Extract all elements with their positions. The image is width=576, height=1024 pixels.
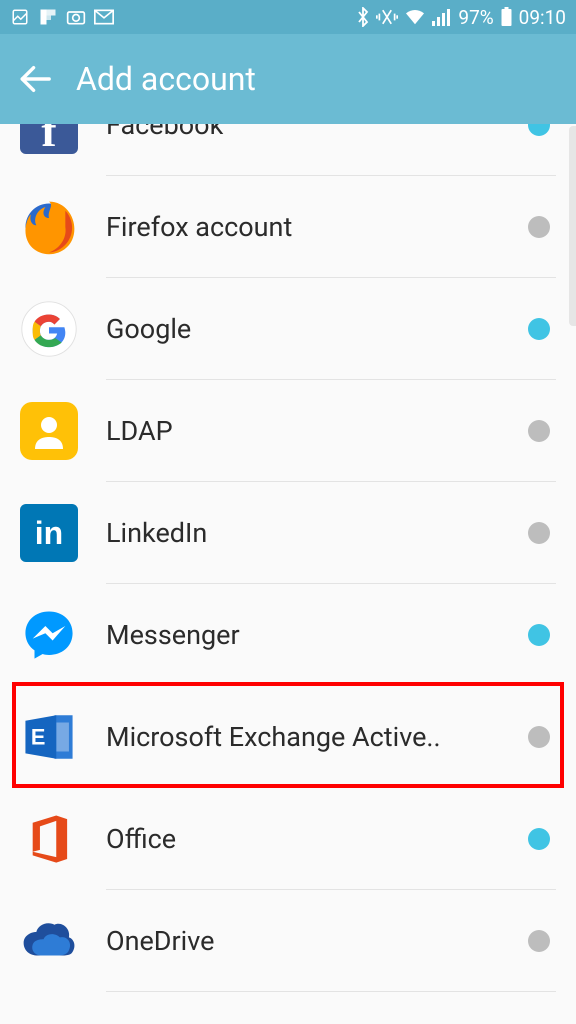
account-label: Firefox account bbox=[106, 211, 518, 243]
account-row-linkedin[interactable]: in LinkedIn bbox=[0, 482, 576, 584]
wifi-icon bbox=[404, 8, 426, 26]
page-title: Add account bbox=[76, 60, 256, 98]
account-row-imap[interactable]: Personal (IMAP) bbox=[0, 992, 576, 1024]
account-row-exchange[interactable]: E Microsoft Exchange Active.. bbox=[0, 686, 576, 788]
office-icon bbox=[20, 810, 78, 868]
account-row-facebook[interactable]: f Facebook bbox=[0, 124, 576, 176]
status-dot bbox=[528, 318, 550, 340]
account-label: LDAP bbox=[106, 415, 518, 447]
clock: 09:10 bbox=[519, 6, 566, 29]
account-row-ldap[interactable]: LDAP bbox=[0, 380, 576, 482]
account-label: Microsoft Exchange Active.. bbox=[106, 721, 518, 753]
google-icon bbox=[20, 300, 78, 358]
account-label: Messenger bbox=[106, 619, 518, 651]
battery-percentage: 97% bbox=[458, 6, 493, 29]
linkedin-icon: in bbox=[20, 504, 78, 562]
account-label: Google bbox=[106, 313, 518, 345]
status-dot bbox=[528, 726, 550, 748]
status-left-icons bbox=[10, 7, 114, 27]
scrollbar[interactable] bbox=[569, 126, 576, 326]
status-dot bbox=[528, 420, 550, 442]
signal-icon bbox=[432, 8, 452, 26]
exchange-icon: E bbox=[20, 708, 78, 766]
account-row-messenger[interactable]: Messenger bbox=[0, 584, 576, 686]
status-dot bbox=[528, 216, 550, 238]
back-button[interactable] bbox=[18, 62, 52, 96]
account-row-office[interactable]: Office bbox=[0, 788, 576, 890]
facebook-icon: f bbox=[20, 124, 78, 154]
status-dot bbox=[528, 522, 550, 544]
firefox-icon bbox=[20, 198, 78, 256]
image-icon bbox=[10, 7, 30, 27]
status-dot bbox=[528, 828, 550, 850]
camera-icon bbox=[66, 7, 86, 27]
account-row-firefox[interactable]: Firefox account bbox=[0, 176, 576, 278]
onedrive-icon bbox=[20, 912, 78, 970]
status-bar: 97% 09:10 bbox=[0, 0, 576, 34]
account-label: Facebook bbox=[106, 124, 518, 141]
flipboard-icon bbox=[38, 7, 58, 27]
account-label: LinkedIn bbox=[106, 517, 518, 549]
ldap-icon bbox=[20, 402, 78, 460]
vibrate-icon bbox=[376, 8, 398, 26]
account-list[interactable]: f Facebook Firefox account Google LDAP in Link… bbox=[0, 124, 576, 1024]
app-bar: Add account bbox=[0, 34, 576, 124]
battery-icon bbox=[500, 7, 513, 27]
imap-icon bbox=[20, 1014, 78, 1024]
mail-icon bbox=[94, 7, 114, 27]
account-label: OneDrive bbox=[106, 925, 518, 957]
bluetooth-icon bbox=[356, 7, 370, 27]
account-row-google[interactable]: Google bbox=[0, 278, 576, 380]
account-row-onedrive[interactable]: OneDrive bbox=[0, 890, 576, 992]
status-dot bbox=[528, 124, 550, 136]
status-right-icons: 97% 09:10 bbox=[356, 6, 566, 29]
svg-text:E: E bbox=[31, 724, 46, 749]
status-dot bbox=[528, 930, 550, 952]
messenger-icon bbox=[20, 606, 78, 664]
account-label: Office bbox=[106, 823, 518, 855]
status-dot bbox=[528, 624, 550, 646]
